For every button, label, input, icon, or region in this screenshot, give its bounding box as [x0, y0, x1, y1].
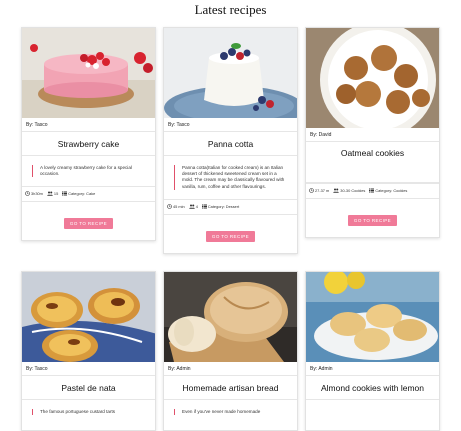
- recipe-image[interactable]: [164, 272, 297, 362]
- recipe-author: By: Tasco: [22, 118, 155, 132]
- recipe-description: Panna cotta(Italian for cooked cream) is…: [174, 165, 289, 190]
- recipe-image[interactable]: [22, 28, 155, 118]
- page-title: Latest recipes: [194, 2, 267, 17]
- recipe-card-strawberry-cake: By: Tasco Strawberry cake A lovely cream…: [21, 27, 156, 242]
- recipe-author: By: Tasco: [22, 362, 155, 376]
- servings-value: 15: [53, 191, 59, 197]
- clock-icon: [25, 191, 30, 197]
- recipe-title[interactable]: Oatmeal cookies: [306, 142, 439, 183]
- recipe-card-pastel-de-nata: By: Tasco Pastel de nata The famous port…: [21, 271, 156, 431]
- recipe-author: By: Tasco: [164, 118, 297, 132]
- recipe-image[interactable]: [306, 272, 439, 362]
- category-value: Category: Dessert: [207, 203, 240, 209]
- prep-time: 3h30m: [25, 191, 43, 196]
- category: Category: Dessert: [201, 203, 240, 209]
- go-to-recipe-button[interactable]: GO TO RECIPE: [63, 218, 114, 230]
- recipe-description: A lovely creamy strawberry cake for a sp…: [32, 165, 147, 178]
- prep-time-value: 27-37 m: [315, 188, 330, 193]
- servings-value: 4: [195, 203, 198, 209]
- recipe-image[interactable]: [306, 28, 439, 128]
- recipe-author: By: Admin: [306, 362, 439, 376]
- recipe-author: By: Admin: [164, 362, 297, 376]
- recipe-title[interactable]: Almond cookies with lemon: [306, 376, 439, 400]
- recipe-author: By: David: [306, 128, 439, 142]
- category-value: Category: Cake: [68, 191, 96, 197]
- recipe-meta: 27-37 m 30-30 Cookies Category: Cookies: [306, 183, 439, 199]
- users-icon: [188, 204, 195, 209]
- users-icon: [333, 188, 340, 193]
- recipe-card-panna-cotta: By: Tasco Panna cotta Panna cotta(Italia…: [163, 27, 298, 254]
- prep-time-value: 45 min: [173, 203, 185, 209]
- list-icon: [62, 191, 68, 196]
- recipe-title[interactable]: Homemade artisan bread: [164, 376, 297, 400]
- recipe-card-artisan-bread: By: Admin Homemade artisan bread Even if…: [163, 271, 298, 431]
- servings: 30-30 Cookies: [333, 188, 365, 193]
- clock-icon: [309, 188, 314, 193]
- prep-time-value: 3h30m: [31, 191, 43, 197]
- category: Category: Cake: [62, 191, 95, 196]
- servings: 4: [188, 203, 198, 209]
- prep-time: 27-37 m: [309, 188, 329, 193]
- prep-time: 45 min: [167, 204, 185, 209]
- category-value: Category: Cookies: [375, 188, 408, 193]
- list-icon: [201, 204, 207, 209]
- recipe-meta: 45 min 4 Category: Dessert: [164, 198, 297, 215]
- users-icon: [47, 191, 53, 197]
- recipe-card-oatmeal-cookies: By: David Oatmeal cookies 27-37 m 30-30 …: [305, 27, 440, 238]
- list-icon: [369, 188, 375, 193]
- category: Category: Cookies: [369, 188, 407, 193]
- recipe-title[interactable]: Panna cotta: [164, 132, 297, 156]
- recipe-title[interactable]: Pastel de nata: [22, 376, 155, 400]
- servings-value: 30-30 Cookies: [340, 188, 366, 193]
- recipe-title[interactable]: Strawberry cake: [22, 132, 155, 156]
- recipe-meta: 3h30m 15 Category: Cake: [22, 186, 155, 203]
- recipe-image[interactable]: [164, 28, 297, 118]
- clock-icon: [167, 204, 172, 209]
- servings: 15: [47, 191, 58, 196]
- recipe-image[interactable]: [22, 272, 155, 362]
- go-to-recipe-button[interactable]: GO TO RECIPE: [205, 230, 256, 242]
- go-to-recipe-button[interactable]: GO TO RECIPE: [347, 215, 398, 226]
- recipe-card-almond-cookies: By: Admin Almond cookies with lemon: [305, 271, 440, 431]
